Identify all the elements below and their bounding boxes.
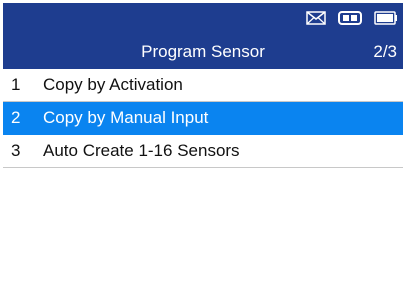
menu-item-number: 3 [11,141,21,160]
page-title: Program Sensor [141,42,265,61]
header-bar: Program Sensor 2/3 [3,3,403,69]
menu-item-auto-create-sensors[interactable]: 3 Auto Create 1-16 Sensors [3,135,403,168]
menu-item-label: Copy by Manual Input [43,108,209,127]
menu-item-copy-by-manual-input[interactable]: 2 Copy by Manual Input [3,102,403,135]
device-screen: Program Sensor 2/3 1 Copy by Activation … [3,3,403,303]
vci-connection-icon [335,11,365,25]
menu-item-label: Copy by Activation [43,75,183,94]
mail-icon [303,11,329,25]
battery-icon [371,11,401,25]
menu-list: 1 Copy by Activation 2 Copy by Manual In… [3,69,403,168]
menu-item-number: 1 [11,75,21,94]
page-indicator: 2/3 [373,42,397,61]
status-bar [297,7,403,29]
menu-item-number: 2 [11,108,21,127]
menu-item-label: Auto Create 1-16 Sensors [43,141,240,160]
menu-item-copy-by-activation[interactable]: 1 Copy by Activation [3,69,403,102]
